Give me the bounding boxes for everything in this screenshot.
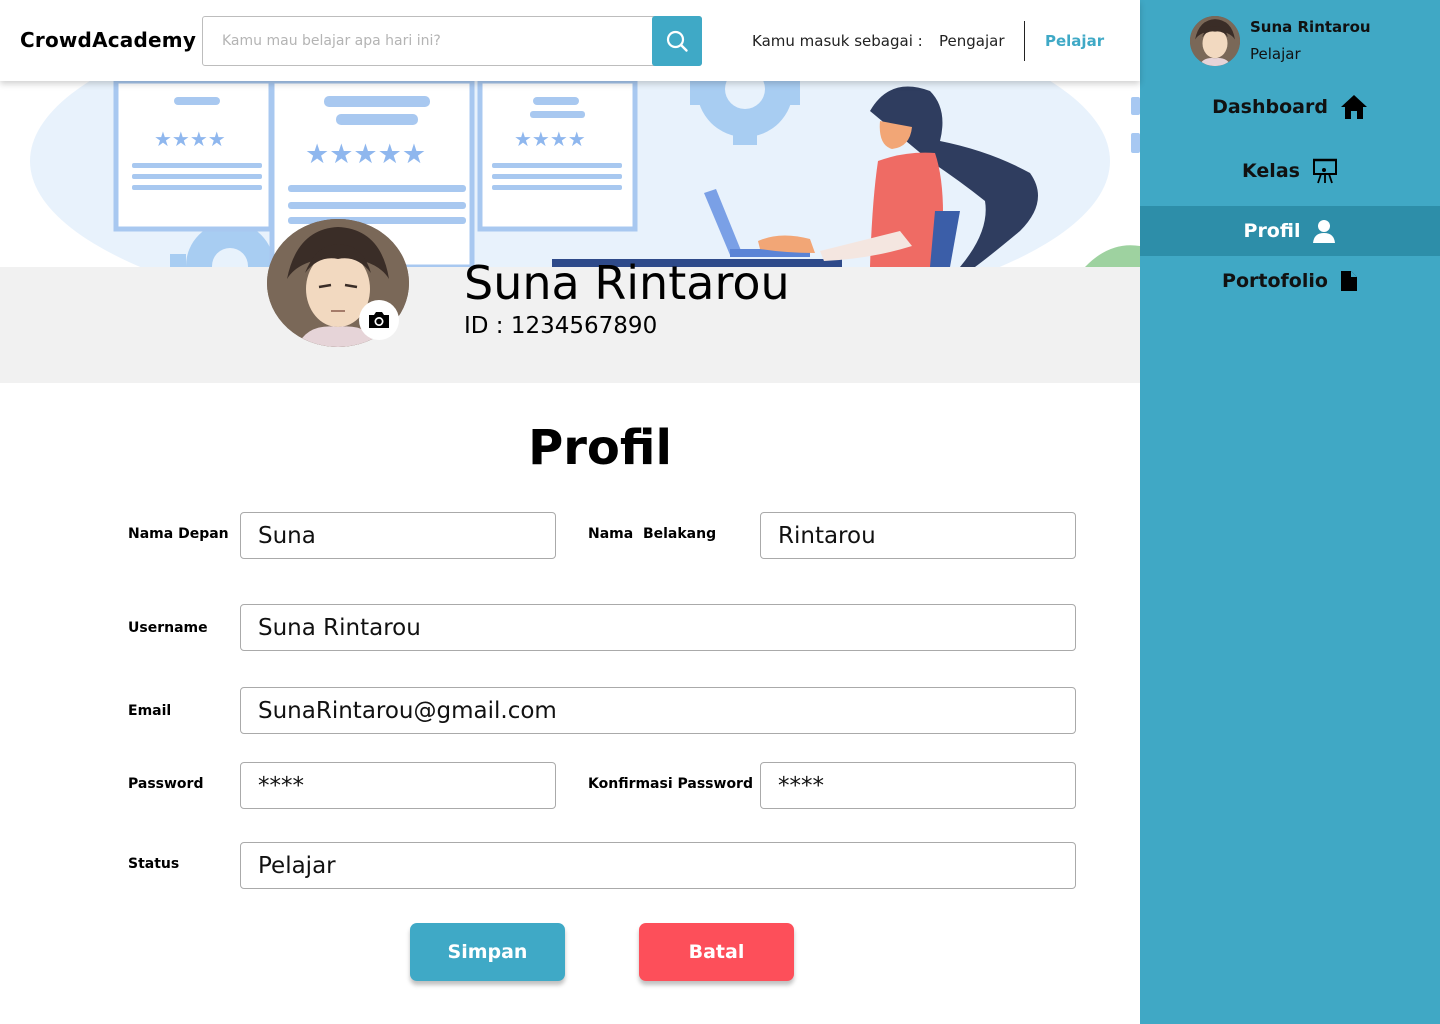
- sidebar-item-profil[interactable]: Profil: [1140, 206, 1440, 256]
- email-input[interactable]: [241, 688, 1075, 733]
- username-input[interactable]: [241, 605, 1075, 650]
- top-header: CrowdAcademy Kamu masuk sebagai : Pengaj…: [0, 0, 1140, 81]
- sidebar-item-dashboard[interactable]: Dashboard: [1140, 82, 1440, 132]
- sidebar-item-portofolio[interactable]: Portofolio: [1140, 256, 1440, 306]
- confirm-password-input[interactable]: [761, 763, 1075, 808]
- role-student-link[interactable]: Pelajar: [1045, 32, 1104, 50]
- svg-text:★★★★: ★★★★: [154, 127, 226, 151]
- search-icon: [666, 30, 688, 52]
- password-field-box: [240, 762, 556, 809]
- cancel-button[interactable]: Batal: [639, 923, 794, 981]
- change-photo-button[interactable]: [359, 300, 399, 340]
- email-field-box: [240, 687, 1076, 734]
- password-label: Password: [128, 776, 204, 792]
- user-icon: [1313, 220, 1336, 243]
- banner-illustration: ★★★★ ★★★★★ ★★★★: [30, 81, 1140, 267]
- status-field-box: [240, 842, 1076, 889]
- document-icon: [1340, 271, 1357, 291]
- sidebar-user-name: Suna Rintarou: [1250, 18, 1371, 36]
- status-label: Status: [128, 856, 180, 872]
- search-input[interactable]: [203, 17, 653, 65]
- first-name-label: Nama Depan: [128, 526, 229, 542]
- email-label: Email: [128, 703, 172, 719]
- last-name-label: Nama Belakang: [588, 526, 717, 542]
- camera-icon: [369, 312, 389, 328]
- sidebar-item-label: Profil: [1243, 220, 1301, 242]
- profile-name: Suna Rintarou: [464, 256, 790, 310]
- profile-id: ID : 1234567890: [464, 313, 658, 339]
- profile-banner: ★★★★ ★★★★★ ★★★★: [0, 81, 1140, 267]
- sidebar-item-kelas[interactable]: Kelas: [1140, 146, 1440, 196]
- sidebar-user-role: Pelajar: [1250, 45, 1301, 63]
- last-name-input[interactable]: [761, 513, 1075, 558]
- brand-logo[interactable]: CrowdAcademy: [20, 28, 196, 52]
- page: CrowdAcademy Kamu masuk sebagai : Pengaj…: [0, 0, 1440, 1024]
- role-teacher-link[interactable]: Pengajar: [939, 32, 1005, 50]
- sidebar-item-label: Portofolio: [1222, 270, 1328, 292]
- search-button[interactable]: [652, 16, 702, 66]
- username-field-box: [240, 604, 1076, 651]
- sidebar-avatar[interactable]: [1190, 16, 1240, 66]
- username-label: Username: [128, 620, 208, 636]
- status-input[interactable]: [241, 843, 1075, 888]
- first-name-field-box: [240, 512, 556, 559]
- svg-text:★★★★: ★★★★: [514, 127, 586, 151]
- password-input[interactable]: [241, 763, 555, 808]
- sidebar: Suna Rintarou Pelajar Dashboard Kelas Pr…: [1140, 0, 1440, 1024]
- sidebar-item-label: Kelas: [1242, 160, 1300, 182]
- presentation-icon: [1312, 158, 1337, 184]
- confirm-password-field-box: [760, 762, 1076, 809]
- first-name-input[interactable]: [241, 513, 555, 558]
- form-title: Profil: [528, 420, 672, 476]
- save-button[interactable]: Simpan: [410, 923, 565, 981]
- last-name-field-box: [760, 512, 1076, 559]
- search-bar: [202, 16, 702, 66]
- confirm-password-label: Konfirmasi Password: [588, 776, 753, 792]
- role-label: Kamu masuk sebagai :: [752, 32, 923, 50]
- role-divider: [1024, 21, 1025, 61]
- sidebar-avatar-illustration: [1190, 16, 1240, 66]
- svg-text:★★★★★: ★★★★★: [305, 139, 426, 170]
- sidebar-item-label: Dashboard: [1212, 96, 1328, 118]
- home-icon: [1340, 95, 1367, 119]
